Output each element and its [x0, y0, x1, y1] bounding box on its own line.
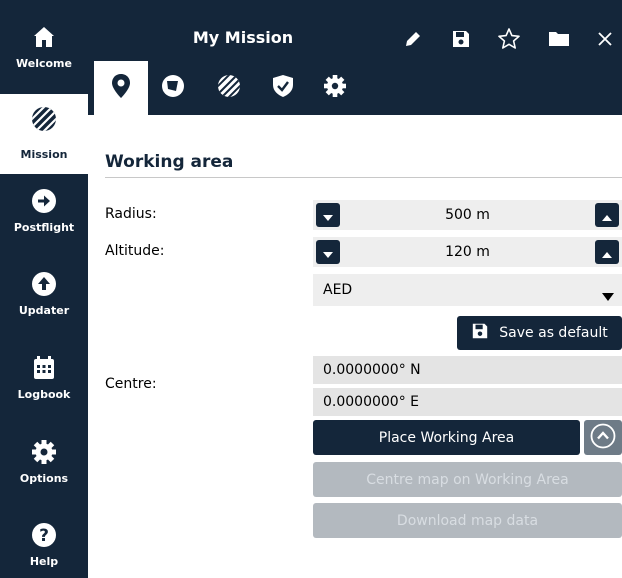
altitude-value[interactable]: 120 m	[343, 237, 592, 267]
centre-longitude-field[interactable]: 0.0000000° E	[313, 388, 622, 416]
close-icon[interactable]	[592, 26, 618, 52]
tab-safety[interactable]	[256, 61, 310, 115]
altitude-label: Altitude:	[105, 243, 165, 259]
sidebar-item-options[interactable]: Options	[0, 439, 88, 485]
shield-check-icon	[272, 74, 294, 102]
sidebar-item-logbook[interactable]: Logbook	[0, 355, 88, 401]
svg-text:?: ?	[39, 526, 49, 546]
centre-map-button[interactable]: Centre map on Working Area	[313, 462, 622, 497]
star-outline-icon[interactable]	[496, 26, 522, 52]
caret-up-icon	[602, 206, 612, 225]
altitude-decrease-button[interactable]	[316, 240, 340, 264]
altitude-reference-value: AED	[323, 282, 353, 298]
sidebar-item-postflight[interactable]: Postflight	[0, 188, 88, 234]
caret-up-icon	[602, 243, 612, 262]
sidebar-item-label: Welcome	[16, 57, 72, 70]
radius-increase-button[interactable]	[595, 203, 619, 227]
altitude-reference-select[interactable]: AED	[313, 274, 622, 306]
section-divider	[105, 177, 622, 178]
radius-label: Radius:	[105, 206, 157, 222]
caret-down-icon	[323, 243, 333, 262]
section-title: Working area	[105, 152, 234, 172]
sidebar-item-label: Updater	[18, 304, 70, 317]
gear-icon	[31, 439, 57, 465]
save-icon	[471, 322, 489, 344]
sidebar-item-updater[interactable]: Updater	[0, 271, 88, 317]
chevron-down-icon	[602, 286, 614, 305]
save-icon[interactable]	[448, 26, 474, 52]
gear-icon	[323, 74, 347, 102]
tab-pattern[interactable]	[202, 61, 256, 115]
sidebar-item-label: Logbook	[17, 388, 71, 401]
collapse-button[interactable]	[584, 420, 622, 455]
chevron-up-circle-icon	[590, 423, 616, 453]
sidebar: Welcome Mission Postflight Updater Logbo…	[0, 0, 88, 578]
centre-longitude-value: 0.0000000° E	[323, 394, 420, 410]
centre-latitude-value: 0.0000000° N	[323, 362, 421, 378]
question-circle-icon: ?	[31, 522, 57, 548]
sidebar-item-label: Options	[19, 472, 69, 485]
caret-down-icon	[323, 206, 333, 225]
sidebar-item-label: Mission	[20, 148, 68, 161]
place-working-area-button[interactable]: Place Working Area	[313, 420, 580, 455]
sidebar-item-label: Postflight	[13, 221, 75, 234]
arrow-right-circle-icon	[31, 188, 57, 214]
home-icon	[32, 24, 56, 50]
upload-circle-icon	[31, 271, 57, 297]
sidebar-item-mission[interactable]: Mission	[0, 94, 88, 174]
download-map-data-button[interactable]: Download map data	[313, 503, 622, 538]
area-shape-icon	[161, 74, 185, 102]
pencil-icon[interactable]	[400, 26, 426, 52]
hatch-pattern-icon	[217, 74, 241, 102]
map-pin-icon	[111, 73, 131, 103]
tab-settings[interactable]	[308, 61, 362, 115]
radius-value[interactable]: 500 m	[343, 200, 592, 230]
save-as-default-button[interactable]: Save as default	[457, 316, 622, 350]
mission-hatch-icon	[31, 106, 57, 132]
radius-stepper: 500 m	[313, 200, 622, 230]
sidebar-item-label: Help	[29, 555, 59, 568]
folder-icon[interactable]	[546, 26, 572, 52]
altitude-stepper: 120 m	[313, 237, 622, 267]
tab-area[interactable]	[146, 61, 200, 115]
save-as-default-label: Save as default	[499, 325, 608, 341]
radius-decrease-button[interactable]	[316, 203, 340, 227]
sidebar-item-welcome[interactable]: Welcome	[0, 24, 88, 70]
centre-latitude-field[interactable]: 0.0000000° N	[313, 356, 622, 384]
centre-label: Centre:	[105, 376, 157, 392]
calendar-icon	[32, 355, 56, 381]
sidebar-item-help[interactable]: ? Help	[0, 522, 88, 568]
altitude-increase-button[interactable]	[595, 240, 619, 264]
header: My Mission	[88, 0, 622, 115]
tab-location[interactable]	[94, 61, 148, 115]
